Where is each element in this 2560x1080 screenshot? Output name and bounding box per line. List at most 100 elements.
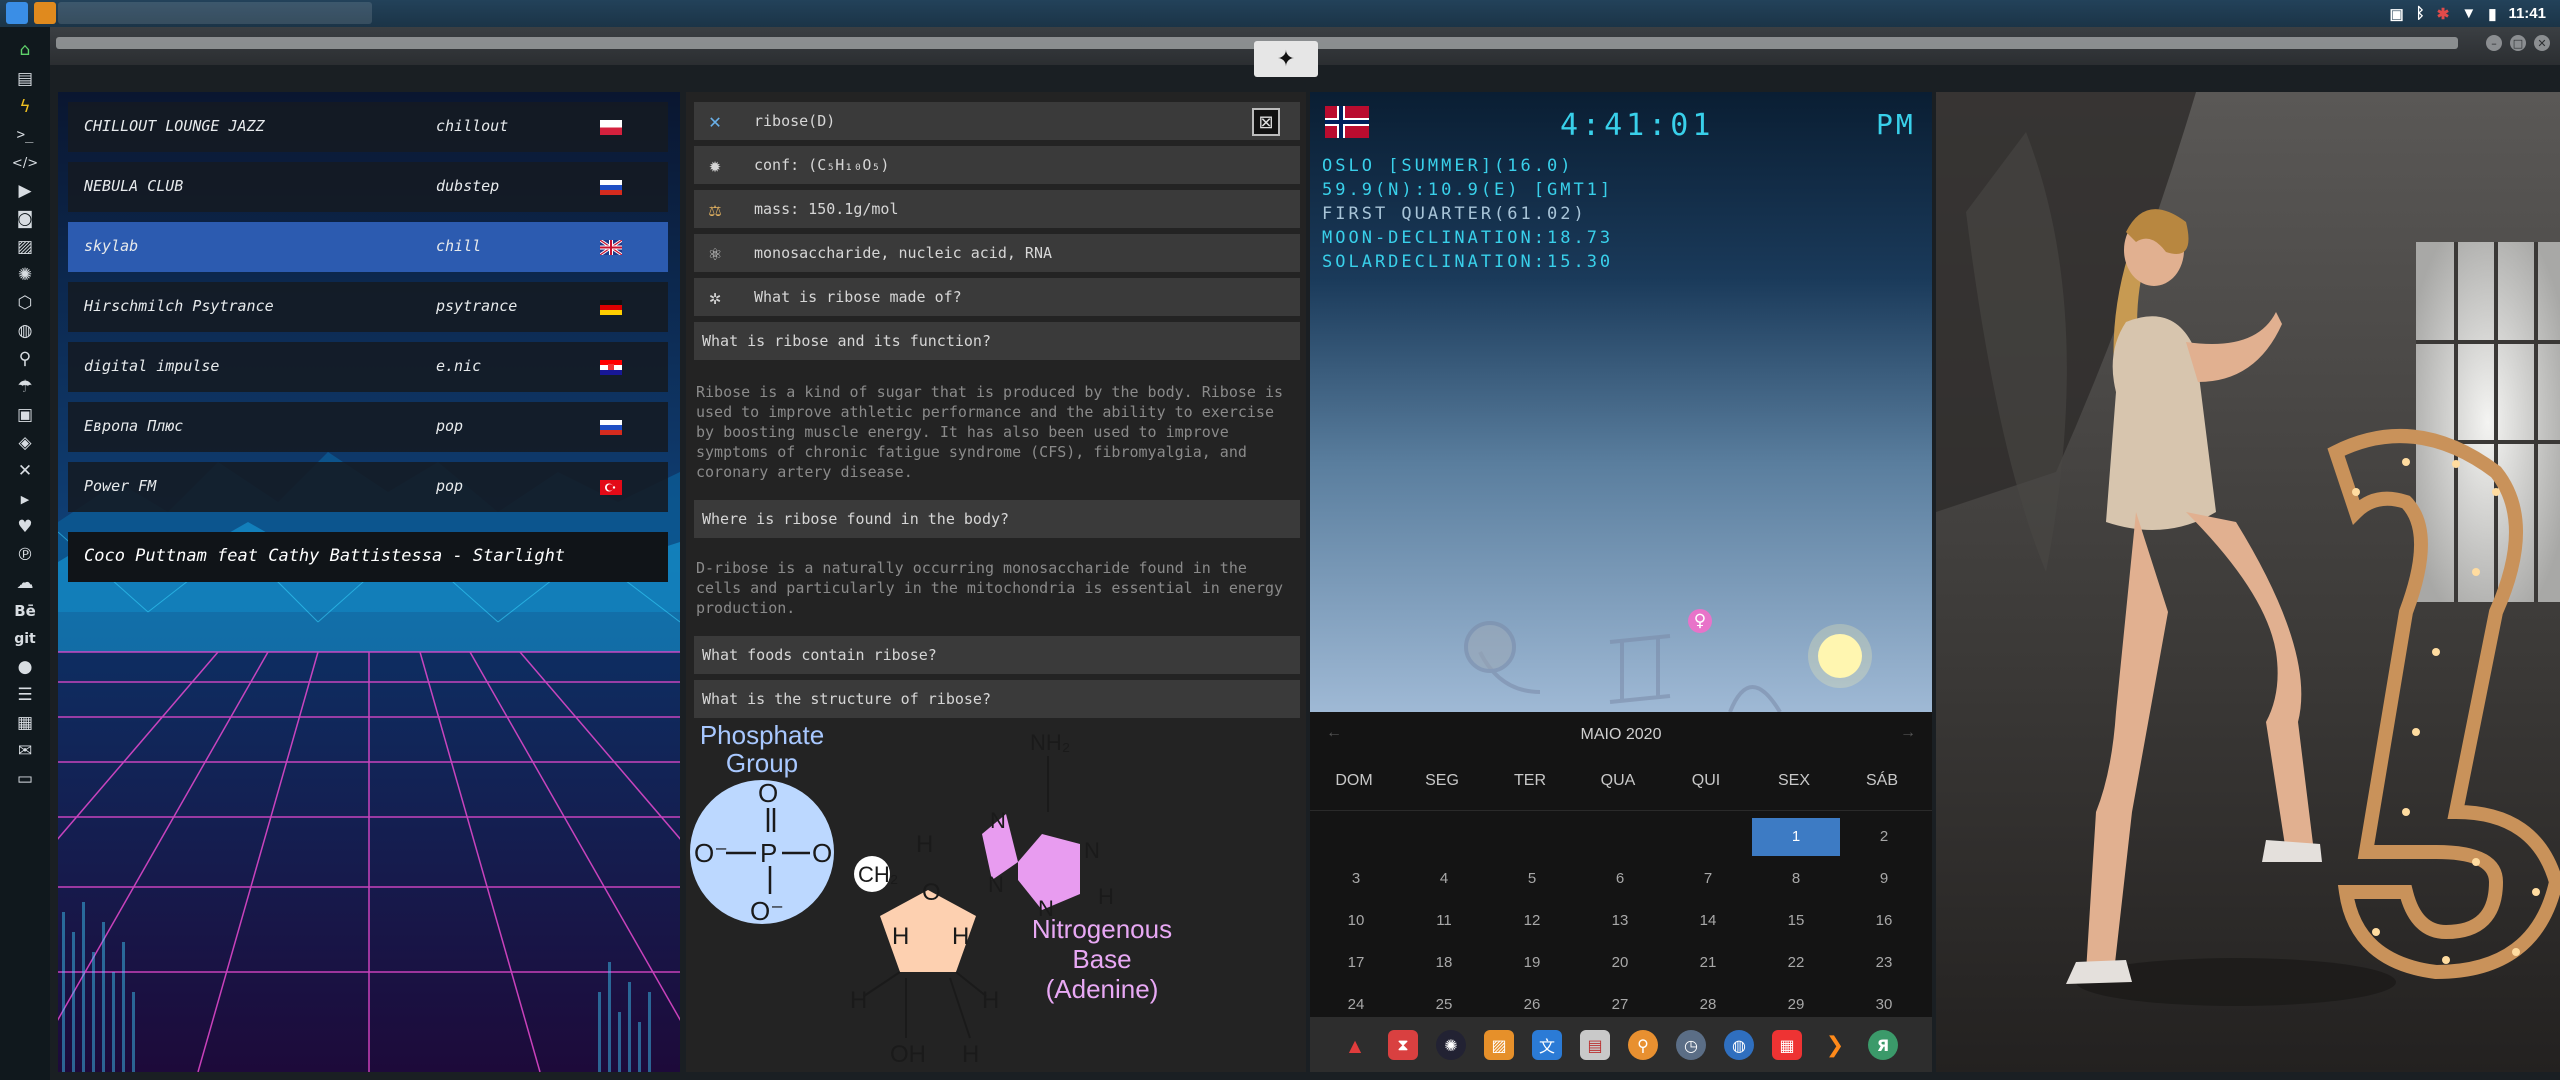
wifi-icon[interactable]: ▼ (2461, 5, 2476, 22)
git-icon[interactable]: git (13, 627, 37, 651)
hourglass-icon[interactable]: ⧗ (1388, 1030, 1418, 1060)
calendar-day[interactable]: 18 (1400, 944, 1488, 982)
bolt-icon[interactable]: ϟ (13, 95, 37, 119)
calendar-day[interactable]: 19 (1488, 944, 1576, 982)
station-row[interactable]: NEBULA CLUB dubstep (68, 162, 668, 212)
calendar-day[interactable]: 7 (1664, 860, 1752, 898)
umbrella-icon[interactable]: ☂ (13, 375, 37, 399)
calendar-day[interactable]: 2 (1840, 818, 1928, 856)
calendar-day[interactable]: 9 (1840, 860, 1928, 898)
calendar-icon[interactable]: ▦ (1772, 1030, 1802, 1060)
phosphate-title: Group (726, 748, 798, 778)
next-month-button[interactable]: → (1900, 724, 1916, 742)
calendar-day[interactable]: 17 (1312, 944, 1400, 982)
faq-question[interactable]: What is the structure of ribose? (694, 680, 1300, 718)
globe-icon[interactable]: ◍ (13, 319, 37, 343)
image-viewer-icon[interactable]: ▨ (1484, 1030, 1514, 1060)
map-icon[interactable]: ▦ (13, 711, 37, 735)
calendar-day[interactable]: 16 (1840, 902, 1928, 940)
sublime-icon[interactable] (34, 2, 56, 24)
code-icon[interactable]: </> (12, 151, 38, 175)
info-row[interactable]: ⚖ mass: 150.1g/mol (694, 190, 1300, 228)
now-playing-bar[interactable]: Coco Puttnam feat Cathy Battistessa - St… (68, 532, 668, 582)
layers-icon[interactable]: ☰ (13, 683, 37, 707)
maximize-icon[interactable]: □ (2510, 35, 2526, 51)
document-icon[interactable]: ▤ (13, 67, 37, 91)
calendar-day[interactable]: 5 (1488, 860, 1576, 898)
station-row[interactable]: CHILLOUT LOUNGE JAZZ chillout (68, 102, 668, 152)
inbox-icon[interactable]: ▭ (13, 767, 37, 791)
station-row[interactable]: digital impulse e.nic (68, 342, 668, 392)
calendar-day[interactable]: 15 (1752, 902, 1840, 940)
screenshot-icon[interactable]: ▣ (2390, 5, 2404, 23)
heart-icon[interactable]: ♥ (13, 515, 37, 539)
calendar-day[interactable]: 3 (1312, 860, 1400, 898)
bluetooth-icon[interactable]: ᛒ (2416, 5, 2425, 22)
image-icon[interactable]: ▨ (13, 235, 37, 259)
faq-question[interactable]: Where is ribose found in the body? (694, 500, 1300, 538)
tools-icon[interactable]: ✕ (13, 459, 37, 483)
behance-icon[interactable]: Bē (13, 599, 37, 623)
close-panel-button[interactable]: ⊠ (1252, 108, 1280, 136)
browser-icon[interactable]: ◍ (1724, 1030, 1754, 1060)
calendar-day[interactable]: 20 (1576, 944, 1664, 982)
translate-icon[interactable]: 文 (1532, 1030, 1562, 1060)
file-manager-icon[interactable] (6, 2, 28, 24)
atom-label: N (990, 808, 1006, 833)
pinterest-icon[interactable]: ℗ (13, 543, 37, 567)
calendar-day[interactable]: 21 (1664, 944, 1752, 982)
cloud-icon[interactable]: ☁ (13, 571, 37, 595)
window-controls: – □ ✕ (2486, 35, 2550, 51)
clock-icon[interactable]: ◷ (1676, 1030, 1706, 1060)
terminal-icon[interactable]: >_ (13, 123, 37, 147)
contact-icon[interactable]: ▣ (13, 403, 37, 427)
calendar-day[interactable]: 10 (1312, 902, 1400, 940)
info-row[interactable]: ⚛ monosaccharide, nucleic acid, RNA (694, 234, 1300, 272)
search-icon[interactable]: ⚲ (13, 347, 37, 371)
calendar-day[interactable]: 6 (1576, 860, 1664, 898)
clock-time[interactable]: 11:41 (2508, 5, 2546, 22)
hexagon-icon[interactable]: ⬡ (13, 291, 37, 315)
yandex-icon[interactable]: Я (1868, 1030, 1898, 1060)
station-row[interactable]: Hirschmilch Psytrance psytrance (68, 282, 668, 332)
radio-panel: CHILLOUT LOUNGE JAZZ chillout NEBULA CLU… (58, 92, 680, 1072)
minimize-icon[interactable]: – (2486, 35, 2502, 51)
aperture-icon[interactable]: ✺ (13, 263, 37, 287)
calendar-day[interactable]: 14 (1664, 902, 1752, 940)
calendar-day[interactable]: 11 (1400, 902, 1488, 940)
calendar-day[interactable]: 23 (1840, 944, 1928, 982)
close-icon[interactable]: ✕ (2534, 35, 2550, 51)
info-row[interactable]: ✕ ribose(D) (694, 102, 1300, 140)
uk-flag-icon (600, 240, 622, 255)
rebel-logo-icon[interactable]: ✦ (1254, 41, 1318, 77)
calendar-day[interactable]: 8 (1752, 860, 1840, 898)
video-icon[interactable]: ▶ (13, 179, 37, 203)
faq-question[interactable]: What foods contain ribose? (694, 636, 1300, 674)
presentation-icon[interactable]: ▤ (1580, 1030, 1610, 1060)
github-icon[interactable]: ● (13, 655, 37, 679)
station-row[interactable]: Европа Плюс pop (68, 402, 668, 452)
tag-icon[interactable]: ◈ (13, 431, 37, 455)
search-app-icon[interactable]: ⚲ (1628, 1030, 1658, 1060)
calendar-day[interactable]: 1 (1752, 818, 1840, 856)
camera-icon[interactable]: ◙ (13, 207, 37, 231)
mail-icon[interactable]: ✉ (13, 739, 37, 763)
youtube-icon[interactable]: ▶ (13, 487, 37, 511)
arrow-app-icon[interactable]: ❯ (1820, 1030, 1850, 1060)
station-row-selected[interactable]: skylab chill (68, 222, 668, 272)
calendar-day[interactable]: 4 (1400, 860, 1488, 898)
calendar-day[interactable]: 22 (1752, 944, 1840, 982)
battery-icon[interactable]: ▮ (2488, 5, 2496, 23)
arch-icon[interactable]: ▲ (1340, 1030, 1370, 1060)
calendar-day[interactable]: 12 (1488, 902, 1576, 940)
calendar-day[interactable]: 13 (1576, 902, 1664, 940)
dark-orb-icon[interactable]: ✺ (1436, 1030, 1466, 1060)
location-text: OSLO [SUMMER](16.0) (1322, 156, 1574, 176)
station-row[interactable]: Power FM pop (68, 462, 668, 512)
usb-icon[interactable]: ✱ (2437, 5, 2450, 23)
window-icon[interactable] (58, 2, 372, 24)
faq-question[interactable]: What is ribose and its function? (694, 322, 1300, 360)
home-icon[interactable]: ⌂ (13, 38, 37, 62)
info-row[interactable]: ✲ What is ribose made of? (694, 278, 1300, 316)
info-row[interactable]: ✹ conf: (C₅H₁₀O₅) (694, 146, 1300, 184)
